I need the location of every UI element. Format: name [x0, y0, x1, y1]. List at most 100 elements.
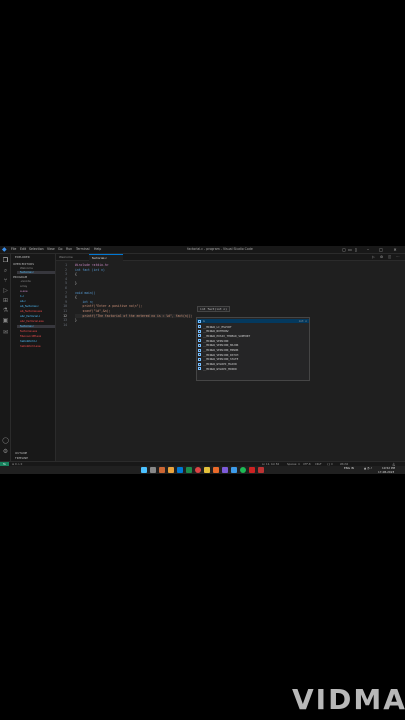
explorer-icon[interactable]: ❐	[2, 257, 9, 264]
activity-bar: ❐ ⌕ ⑂ ▷ ⊞ ⚗ ▣ ✉ ◯ ⚙	[0, 254, 11, 461]
code-line-current: printf("The factorial of the entered no …	[75, 313, 193, 319]
tree-item[interactable]: ab_factorial.exe	[20, 310, 42, 313]
suggestion-item[interactable]: __MINGW_LC_MSVCRT	[197, 325, 309, 329]
clock-date[interactable]: 17-08-2023	[378, 470, 394, 474]
tree-item[interactable]: a.exe	[20, 290, 28, 293]
suggestion-item[interactable]: __MINGW_VERSION_MAJOR	[197, 343, 309, 347]
chrome-icon[interactable]	[195, 467, 201, 473]
macro-icon	[198, 339, 201, 343]
minimize-icon[interactable]: –	[366, 247, 370, 252]
app-icon[interactable]	[258, 467, 264, 473]
macro-icon	[198, 343, 201, 347]
suggestion-item[interactable]: __MINGW_POSIX_THREAD_SUPPORT	[197, 334, 309, 338]
more-actions-icon[interactable]: ⋯	[396, 255, 400, 259]
tree-item[interactable]: abc_factorial.exe	[20, 320, 44, 323]
variable-icon	[198, 319, 201, 323]
testing-icon[interactable]: ⚗	[2, 307, 9, 314]
vscode-taskbar-icon[interactable]	[177, 467, 183, 473]
menu-view[interactable]: View	[47, 247, 55, 252]
tree-item[interactable]: array	[20, 285, 27, 288]
office-icon[interactable]	[213, 467, 219, 473]
macro-icon	[198, 334, 201, 338]
open-editors-section[interactable]: OPEN EDITORS	[13, 263, 34, 266]
timeline-section[interactable]: TIMELINE	[15, 457, 28, 460]
line-number: 14	[63, 322, 67, 327]
suggestion-detail: int n	[298, 319, 307, 323]
close-icon[interactable]: ✕	[393, 247, 397, 252]
macro-icon	[198, 353, 201, 357]
tray-icons[interactable]: ▲ ◔ ♪	[364, 466, 372, 470]
editor-tabs: Welcome factorial.c ▷ ⚙ ◫ ⋯	[56, 254, 405, 261]
menu-selection[interactable]: Selection	[29, 247, 44, 252]
teams-icon[interactable]	[222, 467, 228, 473]
start-windows-icon[interactable]	[141, 467, 147, 473]
search-icon[interactable]: ⌕	[2, 267, 9, 274]
suggestion-list[interactable]: n int n __MINGW_LC_MSVCRT __MINGW_NOTHROW…	[196, 317, 310, 381]
account-icon[interactable]: ◯	[2, 437, 9, 444]
keyboard-language[interactable]: ENG IN	[344, 466, 354, 470]
macro-icon	[198, 329, 201, 333]
sidebar-toggle-icon[interactable]: ▯	[354, 247, 358, 252]
store-icon[interactable]	[186, 467, 192, 473]
tree-item[interactable]: ab.c	[20, 300, 26, 303]
menu-file[interactable]: File	[11, 247, 16, 252]
menu-edit[interactable]: Edit	[20, 247, 26, 252]
open-editor-welcome[interactable]: Welcome	[20, 267, 33, 270]
tree-item[interactable]: factorial.exe	[20, 330, 37, 333]
suggestion-item[interactable]: __MINGW_VERSION_STATE	[197, 357, 309, 361]
chat-icon[interactable]: ✉	[2, 329, 9, 336]
run-file-icon[interactable]: ▷	[372, 255, 375, 259]
tree-item[interactable]: ab_factorial.c	[20, 305, 39, 308]
menu-terminal[interactable]: Terminal	[76, 247, 89, 252]
outline-section[interactable]: OUTLINE	[15, 452, 27, 455]
open-editor-factorial[interactable]: factorial.c	[17, 271, 55, 275]
app-icon[interactable]	[249, 467, 255, 473]
windows-taskbar: ENG IN ▲ ◔ ♪ 10:52 PM 17-08-2023	[0, 466, 405, 474]
panel-icon[interactable]: ▭	[348, 247, 352, 252]
macro-icon	[198, 348, 201, 352]
tree-item[interactable]: helloWorld.c	[20, 340, 37, 343]
suggestion-item[interactable]: __MINGW_VERSION_MINOR	[197, 348, 309, 352]
suggestion-item[interactable]: __MINGW_W32API_MINOR	[197, 367, 309, 371]
tab-factorial[interactable]: factorial.c	[89, 254, 123, 261]
layout-icon[interactable]: ▢	[342, 247, 346, 252]
manage-gear-icon[interactable]: ⚙	[2, 448, 9, 455]
extensions-icon[interactable]: ⊞	[2, 297, 9, 304]
program-folder-section[interactable]: PROGRAM	[13, 276, 27, 279]
tree-item[interactable]: helloWorld.exe	[20, 345, 41, 348]
tree-item[interactable]: 1.c	[20, 295, 24, 298]
tree-item-selected[interactable]: factorial.c	[17, 325, 55, 329]
photos-icon[interactable]	[231, 467, 237, 473]
remote-icon[interactable]: ▣	[2, 317, 9, 324]
code-line: }	[75, 318, 77, 323]
source-control-icon[interactable]: ⑂	[2, 277, 9, 284]
run-debug-icon[interactable]: ▷	[2, 287, 9, 294]
suggestion-item[interactable]: __MINGW_W32API_MAJOR	[197, 362, 309, 366]
macro-icon	[198, 367, 201, 371]
spotify-icon[interactable]	[240, 467, 246, 473]
parameter-hint: int fact(int n)	[197, 306, 231, 312]
split-editor-icon[interactable]: ◫	[388, 255, 391, 259]
tree-item[interactable]: .vscode	[20, 280, 31, 283]
settings-icon[interactable]: ⚙	[380, 255, 383, 259]
window-title: factorial.c - program - Visual Studio Co…	[187, 247, 253, 251]
tree-item[interactable]: fibonacciPP.exe	[20, 335, 41, 338]
menu-go[interactable]: Go	[58, 247, 62, 252]
title-bar: ◆ File Edit Selection View Go Run Termin…	[0, 246, 405, 254]
tree-item[interactable]: abc_factorial.c	[20, 315, 40, 318]
folder-icon[interactable]	[204, 467, 210, 473]
macro-icon	[198, 325, 201, 329]
code-line: }	[75, 281, 77, 286]
file-explorer-icon[interactable]	[168, 467, 174, 473]
menu-help[interactable]: Help	[94, 247, 101, 252]
suggestion-item[interactable]: __MINGW_VERSION_PATCH	[197, 353, 309, 357]
tab-welcome[interactable]: Welcome	[56, 254, 86, 261]
suggestion-item[interactable]: __MINGW_VERSION	[197, 339, 309, 343]
suggestion-item[interactable]: n int n	[197, 319, 309, 324]
maximize-icon[interactable]: □	[379, 247, 383, 252]
browser-icon[interactable]	[159, 467, 165, 473]
macro-icon	[198, 357, 201, 361]
suggestion-item[interactable]: __MINGW_NOTHROW	[197, 329, 309, 333]
menu-run[interactable]: Run	[66, 247, 72, 252]
search-taskbar-icon[interactable]	[150, 467, 156, 473]
